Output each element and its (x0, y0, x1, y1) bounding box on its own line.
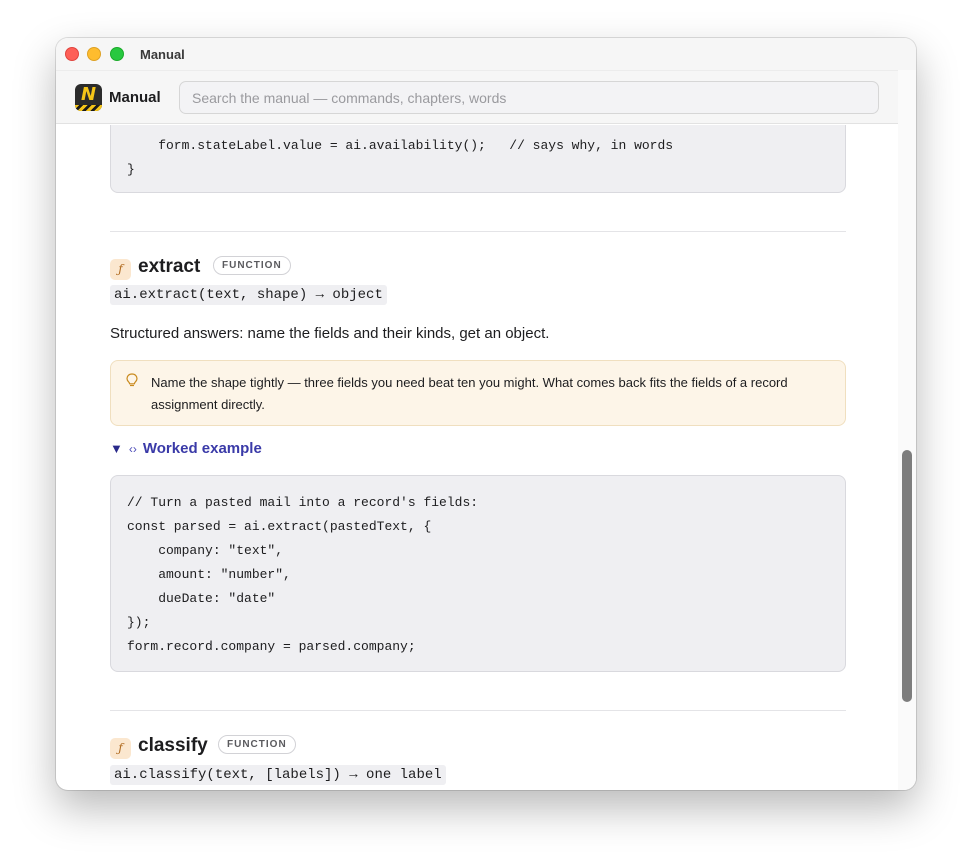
zoom-window-button[interactable] (110, 47, 124, 61)
minimize-window-button[interactable] (87, 47, 101, 61)
manual-window: Manual N Manual form.stateLabel.value = … (56, 38, 916, 790)
code-block-example: // Turn a pasted mail into a record's fi… (110, 475, 846, 672)
app-logo-letter: N (80, 84, 97, 105)
window-title: Manual (140, 47, 185, 62)
app-logo-icon: N (75, 84, 102, 111)
section-divider (110, 231, 846, 232)
function-badge: FUNCTION (218, 735, 296, 754)
disclosure-triangle-icon: ▼ (110, 441, 123, 456)
manual-header: N Manual (56, 70, 898, 124)
code-line: form.stateLabel.value = ai.availability(… (127, 138, 674, 153)
scrollbar-thumb[interactable] (902, 450, 912, 702)
code-line: const parsed = ai.extract(pastedText, { (127, 519, 432, 534)
function-name: classify (138, 735, 208, 756)
code-line: form.record.company = parsed.company; (127, 639, 416, 654)
lightbulb-icon (126, 373, 138, 391)
tip-text: Name the shape tightly — three fields yo… (151, 375, 788, 412)
close-window-button[interactable] (65, 47, 79, 61)
worked-example-toggle[interactable]: ▼ ‹› Worked example (110, 440, 262, 457)
function-badge: FUNCTION (213, 256, 291, 275)
code-line: }); (127, 615, 151, 630)
code-line: // Turn a pasted mail into a record's fi… (127, 495, 479, 510)
search-input[interactable] (179, 81, 879, 114)
code-line: } (127, 162, 135, 177)
code-line: amount: "number", (127, 567, 291, 582)
worked-example-label: Worked example (142, 440, 262, 457)
manual-content: form.stateLabel.value = ai.availability(… (56, 125, 898, 790)
function-icon: ƒ (110, 738, 131, 759)
app-name: Manual (109, 89, 161, 106)
code-icon: ‹› (128, 442, 137, 456)
function-signature: ai.classify(text, [labels]) → one label (110, 765, 446, 785)
code-line: company: "text", (127, 543, 284, 558)
title-bar: Manual (56, 38, 916, 70)
code-block-previous: form.stateLabel.value = ai.availability(… (110, 125, 846, 193)
function-icon: ƒ (110, 259, 131, 280)
code-line: dueDate: "date" (127, 591, 276, 606)
function-description: Structured answers: name the fields and … (110, 325, 550, 342)
section-divider (110, 710, 846, 711)
tip-box: Name the shape tightly — three fields yo… (110, 360, 846, 426)
function-signature: ai.extract(text, shape) → object (110, 285, 387, 305)
function-name: extract (138, 256, 201, 277)
